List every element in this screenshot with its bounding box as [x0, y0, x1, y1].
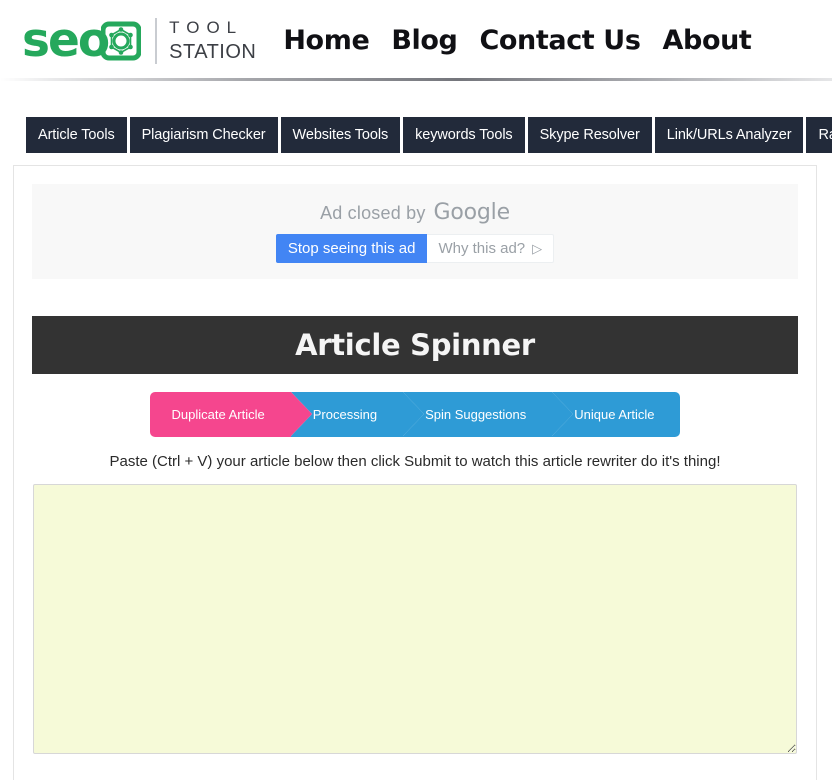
ad-slot: Ad closed by Google Stop seeing this ad …: [32, 184, 798, 279]
subnav-item-skype-resolver[interactable]: Skype Resolver: [527, 117, 655, 153]
article-editor-wrapper: [32, 484, 798, 754]
instructions-text: Paste (Ctrl + V) your article below then…: [109, 453, 721, 470]
step-label: Spin Suggestions: [425, 407, 527, 422]
step-label: Unique Article: [574, 407, 655, 422]
subnav-item-plagiarism-checker[interactable]: Plagiarism Checker: [129, 117, 281, 153]
ad-action-buttons: Stop seeing this ad Why this ad? ▷: [275, 234, 555, 263]
site-header: seo TOOL STATION Home Blog Contact Us Ab…: [0, 0, 832, 81]
progress-steps: Duplicate Article Processing Spin Sugges…: [32, 392, 798, 437]
logo-station-text: STATION: [169, 41, 257, 63]
step-spin-suggestions[interactable]: Spin Suggestions: [403, 392, 574, 437]
nav-item-blog[interactable]: Blog: [380, 25, 468, 56]
logo-seo-mark: seo: [22, 13, 142, 68]
site-logo[interactable]: seo TOOL STATION: [22, 17, 256, 64]
nav-item-home[interactable]: Home: [272, 25, 380, 56]
page-title: Article Spinner: [32, 316, 798, 374]
subnav-item-article-tools[interactable]: Article Tools: [26, 117, 130, 153]
logo-divider: [155, 17, 158, 64]
nav-item-contact-us[interactable]: Contact Us: [468, 25, 651, 56]
step-label: Processing: [312, 407, 378, 422]
content-panel: Ad closed by Google Stop seeing this ad …: [13, 165, 817, 780]
subnav-item-link-urls-analyzer[interactable]: Link/URLs Analyzer: [654, 117, 807, 153]
article-input-textarea[interactable]: [33, 484, 797, 754]
step-duplicate-article[interactable]: Duplicate Article: [149, 392, 313, 437]
logo-seo-text: seo: [22, 13, 110, 68]
secondary-navigation: Article Tools Plagiarism Checker Website…: [0, 117, 832, 155]
google-logo-text: Google: [433, 200, 511, 225]
ad-closed-label: Ad closed by: [320, 203, 426, 223]
main-navigation: Home Blog Contact Us About: [272, 25, 762, 56]
logo-gear-icon: [100, 21, 142, 61]
logo-wordmark: TOOL STATION: [169, 19, 256, 62]
stop-seeing-this-ad-button[interactable]: Stop seeing this ad: [275, 234, 428, 263]
adchoices-icon: ▷: [532, 241, 543, 256]
why-this-ad-button[interactable]: Why this ad? ▷: [427, 234, 555, 263]
why-this-ad-label: Why this ad?: [438, 240, 526, 257]
subnav-item-websites-tools[interactable]: Websites Tools: [280, 117, 404, 153]
ad-closed-message: Ad closed by Google: [320, 200, 510, 225]
logo-tool-text: TOOL: [169, 18, 244, 37]
subnav-item-ranker[interactable]: Ranke: [806, 117, 832, 153]
subnav-item-keywords-tools[interactable]: keywords Tools: [403, 117, 528, 153]
step-label: Duplicate Article: [171, 407, 265, 422]
nav-item-about[interactable]: About: [652, 25, 763, 56]
